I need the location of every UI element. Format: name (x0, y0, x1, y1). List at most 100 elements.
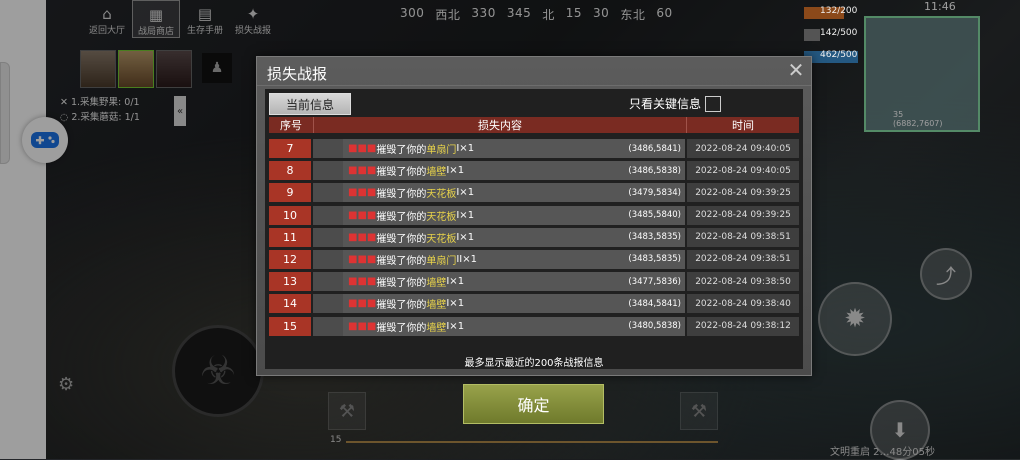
row-content: ■■■ 摧毁了你的 墙壁 I×1 (3484,5841) (313, 294, 685, 314)
water-value: 462/500 (820, 50, 858, 60)
action-text: 摧毁了你的 (376, 189, 427, 201)
row-content: ■■■ 摧毁了你的 单扇门 II×1 (3483,5835) (313, 249, 685, 269)
column-header-content: 损失内容 (314, 117, 687, 133)
action-text: 摧毁了你的 (376, 233, 427, 245)
row-number: 12 (269, 249, 311, 269)
item-name: 墙壁 (426, 322, 447, 334)
row-coordinates: (3486,5841) (628, 143, 681, 154)
item-count: I×1 (456, 231, 475, 243)
row-content: ■■■ 摧毁了你的 天花板 I×1 (3483,5835) (313, 227, 685, 247)
tab-current-info[interactable]: 当前信息 (269, 93, 351, 115)
row-content: ■■■ 摧毁了你的 单扇门 I×1 (3486,5841) (313, 139, 685, 158)
row-number: 10 (269, 205, 311, 225)
item-count: II×1 (456, 253, 477, 265)
row-number: 11 (269, 227, 311, 247)
table-row: 13 ■■■ 摧毁了你的 墙壁 I×1 (3477,5836) 2022-08-24 09:… (269, 272, 799, 292)
column-header-no: 序号 (269, 117, 314, 133)
row-time: 2022-08-24 09:40:05 (687, 139, 799, 158)
health-value: 132/200 (820, 6, 858, 16)
row-coordinates: (3479,5834) (628, 187, 681, 198)
key-only-checkbox[interactable] (705, 95, 722, 112)
action-text: 摧毁了你的 (376, 300, 427, 312)
item-count: I×1 (446, 298, 465, 310)
close-icon[interactable]: ✕ (787, 60, 805, 80)
item-name: 墙壁 (426, 278, 447, 290)
action-text: 摧毁了你的 (376, 278, 427, 290)
row-time: 2022-08-24 09:38:51 (687, 249, 799, 269)
hunger-value: 142/500 (820, 28, 858, 38)
action-text: 摧毁了你的 (376, 211, 427, 223)
row-number: 13 (269, 272, 311, 292)
row-time: 2022-08-24 09:38:40 (687, 294, 799, 314)
row-coordinates: (3480,5838) (628, 321, 681, 331)
item-count: I×1 (456, 209, 475, 221)
table-row: 10 ■■■ 摧毁了你的 天花板 I×1 (3485,5840) 2022-08-24 09… (269, 205, 799, 225)
row-content: ■■■ 摧毁了你的 天花板 I×1 (3479,5834) (313, 183, 685, 203)
row-content: ■■■ 摧毁了你的 墙壁 I×1 (3480,5838) (313, 316, 685, 336)
item-count: I×1 (446, 165, 465, 177)
attacker-name: ■■■ (348, 276, 377, 288)
item-name: 天花板 (426, 189, 457, 201)
row-coordinates: (3484,5841) (628, 298, 681, 309)
attacker-name: ■■■ (348, 253, 377, 265)
table-row: 15 ■■■ 摧毁了你的 墙壁 I×1 (3480,5838) 2022-08-24 09:… (269, 316, 799, 336)
item-name: 墙壁 (426, 167, 447, 179)
item-name: 天花板 (426, 233, 457, 245)
table-row: 9 ■■■ 摧毁了你的 天花板 I×1 (3479,5834) 2022-08-24 09:… (269, 183, 799, 203)
attacker-name: ■■■ (348, 209, 377, 221)
report-panel: 当前信息 只看关键信息 序号 损失内容 时间 7 ■■■ 摧毁了你的 单扇门 I×1 (3… (265, 89, 803, 369)
key-only-filter[interactable]: 只看关键信息 (629, 95, 722, 112)
key-only-label: 只看关键信息 (629, 97, 702, 111)
item-name: 墙壁 (426, 300, 447, 312)
row-number: 9 (269, 183, 311, 203)
table-header: 序号 损失内容 时间 (269, 117, 799, 133)
confirm-button[interactable]: 确定 (463, 384, 604, 424)
item-count: I×1 (446, 276, 465, 288)
action-text: 摧毁了你的 (376, 255, 427, 267)
table-row: 11 ■■■ 摧毁了你的 天花板 I×1 (3483,5835) 2022-08-24 09… (269, 227, 799, 247)
row-time: 2022-08-24 09:39:25 (687, 205, 799, 225)
action-text: 摧毁了你的 (376, 322, 427, 334)
table-row: 14 ■■■ 摧毁了你的 墙壁 I×1 (3484,5841) 2022-08-24 09:… (269, 294, 799, 314)
footnote: 最多显示最近的200条战报信息 (464, 358, 604, 369)
action-text: 摧毁了你的 (376, 167, 427, 179)
row-coordinates: (3477,5836) (628, 276, 681, 287)
dialog-title: 损失战报 (267, 65, 328, 83)
row-number: 7 (269, 139, 311, 158)
table-row: 7 ■■■ 摧毁了你的 单扇门 I×1 (3486,5841) 2022-08-24 09:… (269, 139, 799, 158)
row-number: 14 (269, 294, 311, 314)
attacker-name: ■■■ (348, 231, 377, 243)
item-count: I×1 (456, 187, 475, 199)
row-time: 2022-08-24 09:39:25 (687, 183, 799, 203)
row-time: 2022-08-24 09:38:50 (687, 272, 799, 292)
row-content: ■■■ 摧毁了你的 墙壁 I×1 (3477,5836) (313, 272, 685, 292)
row-coordinates: (3486,5838) (628, 165, 681, 176)
row-coordinates: (3485,5840) (628, 210, 681, 221)
item-name: 单扇门 (426, 255, 457, 267)
action-text: 摧毁了你的 (376, 145, 427, 156)
row-time: 2022-08-24 09:38:51 (687, 227, 799, 247)
table-row: 8 ■■■ 摧毁了你的 墙壁 I×1 (3486,5838) 2022-08-24 09:4… (269, 161, 799, 181)
row-time: 2022-08-24 09:40:05 (687, 161, 799, 181)
table-row: 12 ■■■ 摧毁了你的 单扇门 II×1 (3483,5835) 2022-08-24 0… (269, 249, 799, 269)
row-number: 8 (269, 161, 311, 181)
attacker-name: ■■■ (348, 320, 377, 332)
attacker-name: ■■■ (348, 298, 377, 310)
row-content: ■■■ 摧毁了你的 墙壁 I×1 (3486,5838) (313, 161, 685, 181)
item-count: I×1 (456, 143, 475, 154)
row-number: 15 (269, 316, 311, 336)
item-count: I×1 (446, 320, 465, 332)
row-coordinates: (3483,5835) (628, 254, 681, 265)
divider (257, 85, 811, 86)
loss-report-dialog: 损失战报 ✕ 当前信息 只看关键信息 序号 损失内容 时间 7 ■■■ 摧毁了你的单… (256, 56, 812, 376)
column-header-time: 时间 (732, 119, 754, 132)
row-coordinates: (3483,5835) (628, 232, 681, 243)
attacker-name: ■■■ (348, 165, 377, 177)
row-time: 2022-08-24 09:38:12 (687, 316, 799, 336)
attacker-name: ■■■ (348, 143, 377, 154)
item-name: 单扇门 (426, 145, 457, 156)
attacker-name: ■■■ (348, 187, 377, 199)
item-name: 天花板 (426, 211, 457, 223)
row-content: ■■■ 摧毁了你的 天花板 I×1 (3485,5840) (313, 205, 685, 225)
report-rows[interactable]: 7 ■■■ 摧毁了你的 单扇门 I×1 (3486,5841) 2022-08-24 09:… (269, 139, 799, 339)
